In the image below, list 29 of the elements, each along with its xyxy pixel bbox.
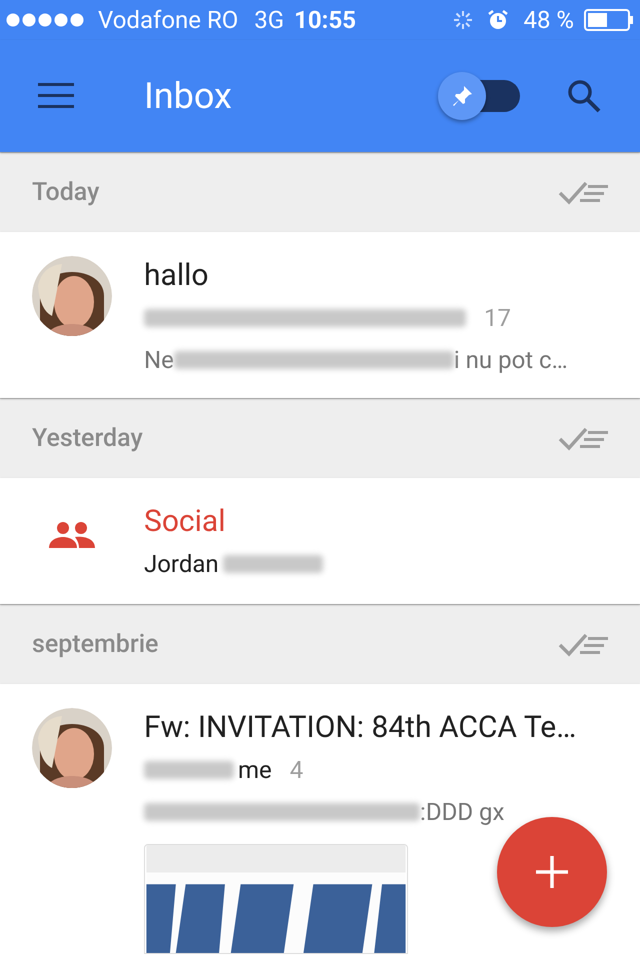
network-type: 3G	[254, 5, 284, 36]
message-snippet: i nu pot c…	[454, 345, 568, 376]
subject-line: Fw: INVITATION: 84th ACCA Te…	[144, 709, 578, 747]
message-count: 17	[484, 303, 511, 334]
activity-icon	[453, 10, 474, 30]
section-title: Today	[32, 176, 100, 209]
section-title: septembrie	[32, 628, 158, 661]
subject-line: hallo	[144, 257, 210, 295]
people-icon	[49, 522, 95, 548]
alarm-clock-icon	[487, 9, 510, 31]
carrier-name: Vodafone RO	[98, 5, 238, 36]
search-icon	[566, 78, 602, 114]
pin-toggle[interactable]	[438, 72, 520, 120]
section-title: Yesterday	[32, 422, 143, 455]
battery-percent: 48 %	[523, 5, 574, 36]
menu-icon	[38, 83, 74, 109]
battery-icon	[584, 9, 634, 31]
subject-line: Social	[144, 503, 227, 541]
inbox-title: Inbox	[144, 74, 232, 119]
message-snippet: :DDD gx	[420, 797, 504, 828]
sweep-done-icon	[558, 180, 608, 206]
sweep-done-icon	[558, 632, 608, 658]
sender-name: me	[238, 755, 272, 786]
sweep-done-icon	[558, 426, 608, 452]
plus-icon	[536, 856, 568, 888]
message-count: 4	[290, 755, 304, 786]
sender-name: Jordan	[144, 549, 219, 580]
message-snippet: Ne	[144, 345, 174, 376]
clock-time: 10:55	[294, 5, 356, 36]
